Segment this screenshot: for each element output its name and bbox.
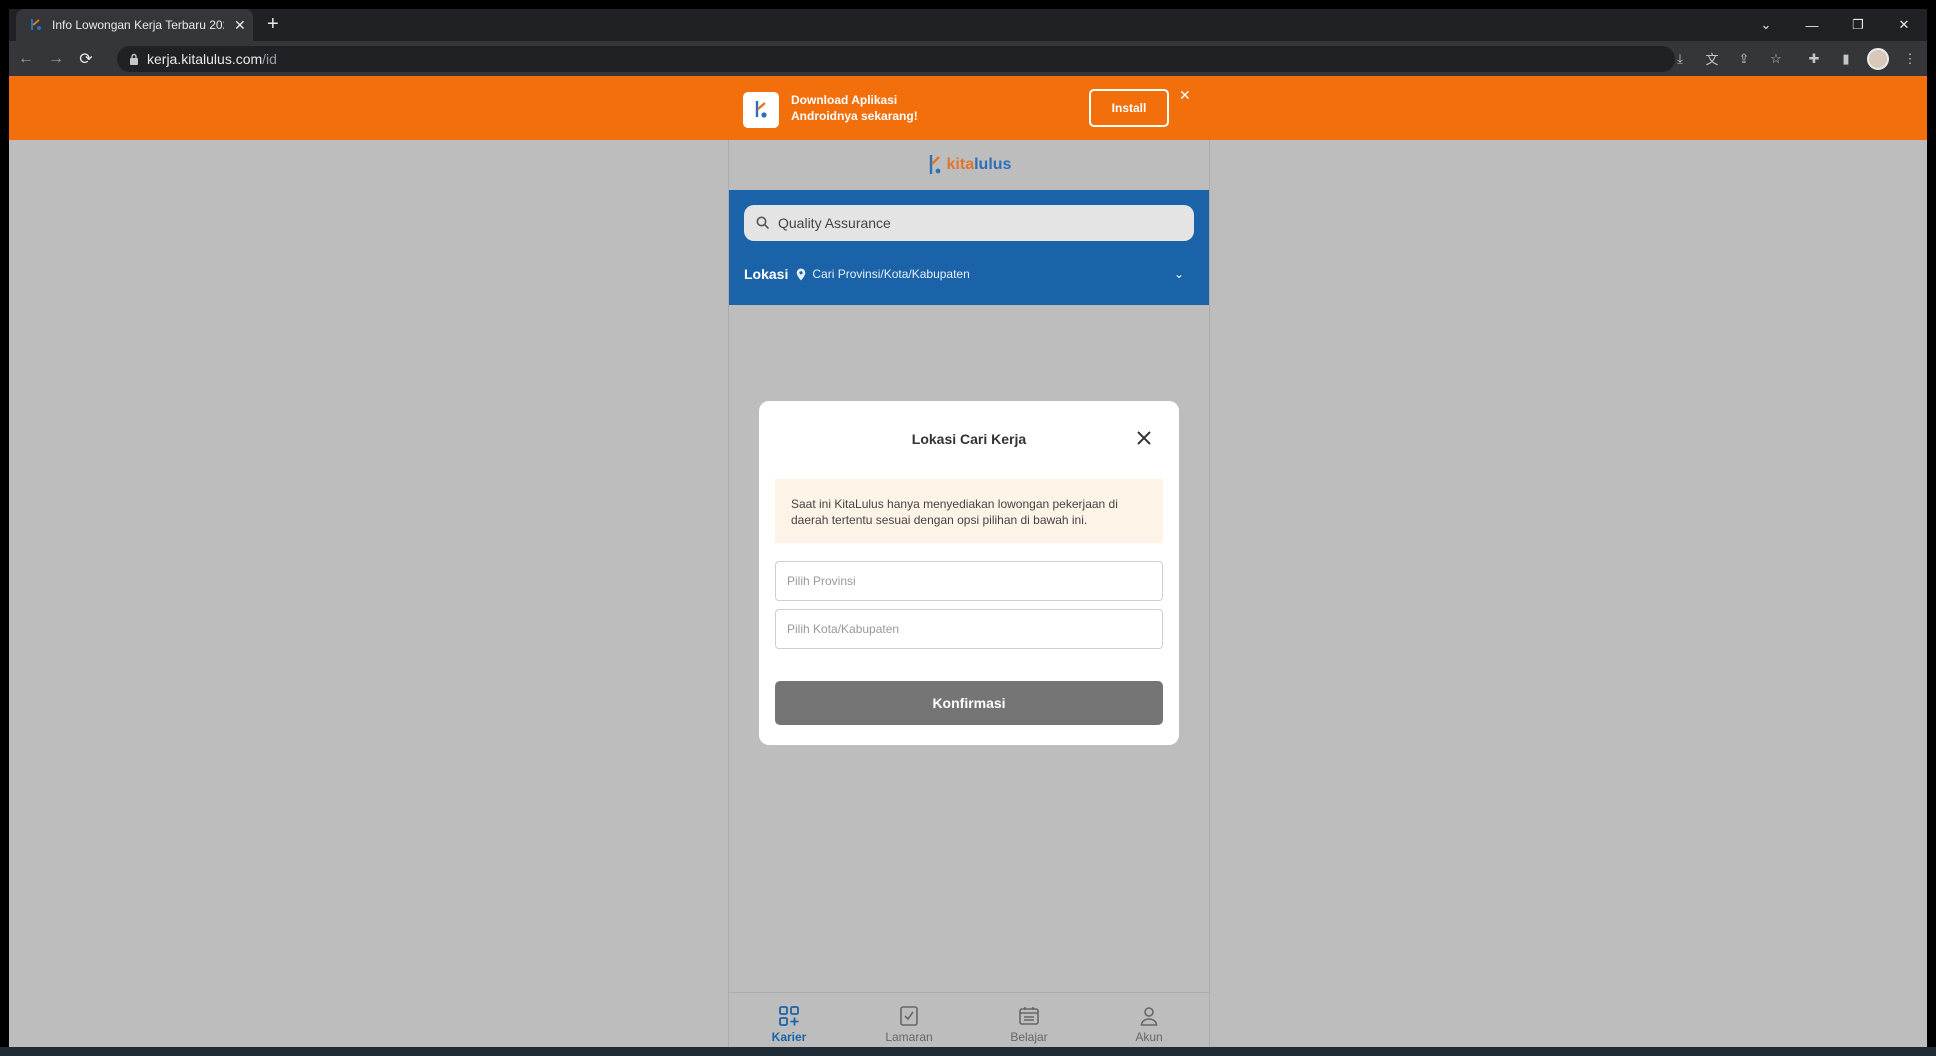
clipboard-icon — [900, 1006, 918, 1026]
forward-icon[interactable]: → — [41, 44, 71, 74]
location-selector[interactable]: Lokasi Cari Provinsi/Kota/Kabupaten ⌄ — [744, 262, 1194, 286]
banner-line-1: Download Aplikasi — [791, 93, 898, 107]
banner-close-icon[interactable]: ✕ — [1179, 87, 1191, 104]
search-panel: Quality Assurance Lokasi Cari Provinsi/K… — [729, 190, 1209, 305]
logo-bar: kitalulus — [729, 140, 1209, 190]
url-path: /id — [262, 51, 277, 67]
address-bar[interactable]: kerja.kitalulus.com/id — [117, 46, 1675, 72]
kitalulus-logo: kitalulus — [947, 156, 1012, 174]
url-host: kerja.kitalulus.com — [147, 51, 263, 67]
browser-window: Info Lowongan Kerja Terbaru 202 ✕ + ⌄ — … — [9, 9, 1927, 1056]
app-download-banner: Download Aplikasi Androidnya sekarang! I… — [9, 76, 1927, 140]
banner-line-2: Androidnya sekarang! — [791, 109, 918, 123]
calendar-icon — [1019, 1007, 1039, 1025]
reload-icon[interactable]: ⟳ — [71, 44, 101, 74]
web-page: Download Aplikasi Androidnya sekarang! I… — [9, 76, 1927, 1056]
minimize-icon[interactable]: — — [1789, 9, 1835, 41]
location-modal: Lokasi Cari Kerja Saat ini KitaLulus han… — [759, 401, 1179, 745]
kitalulus-app-icon — [743, 92, 779, 128]
install-app-icon[interactable]: ⤓ — [1669, 48, 1691, 70]
job-search-input[interactable]: Quality Assurance — [744, 205, 1194, 241]
share-icon[interactable]: ⇪ — [1733, 48, 1755, 70]
os-taskbar — [0, 1047, 1936, 1056]
grid-icon — [779, 1006, 799, 1026]
menu-kebab-icon[interactable]: ⋮ — [1899, 48, 1921, 70]
province-select[interactable]: Pilih Provinsi — [775, 561, 1163, 601]
kitalulus-favicon-icon — [31, 19, 41, 30]
browser-toolbar: ← → ⟳ kerja.kitalulus.com/id ⤓ 文 ⇪ ☆ ✚ ▮… — [9, 41, 1927, 76]
location-placeholder: Cari Provinsi/Kota/Kabupaten — [812, 267, 970, 281]
tab-strip: Info Lowongan Kerja Terbaru 202 ✕ + ⌄ — … — [9, 9, 1927, 41]
info-notice: Saat ini KitaLulus hanya menyediakan low… — [775, 479, 1163, 543]
window-controls: ⌄ — ❐ ✕ — [1743, 9, 1927, 41]
logo-lulus: lulus — [974, 156, 1012, 173]
translate-icon[interactable]: 文 — [1701, 48, 1723, 70]
new-tab-icon[interactable]: + — [267, 14, 279, 34]
browser-tab[interactable]: Info Lowongan Kerja Terbaru 202 ✕ — [16, 9, 253, 41]
modal-title: Lokasi Cari Kerja — [911, 431, 1027, 447]
back-icon[interactable]: ← — [11, 44, 41, 74]
search-icon — [756, 216, 770, 230]
banner-text: Download Aplikasi Androidnya sekarang! — [791, 92, 941, 124]
tab-search-icon[interactable]: ⌄ — [1743, 9, 1789, 41]
bookmark-star-icon[interactable]: ☆ — [1765, 48, 1787, 70]
kitalulus-logo-icon — [929, 155, 940, 174]
install-button[interactable]: Install — [1089, 89, 1169, 127]
location-label: Lokasi — [744, 266, 789, 282]
side-panel-icon[interactable]: ▮ — [1835, 48, 1857, 70]
toolbar-actions: ⤓ 文 ⇪ ☆ ✚ ▮ ⋮ — [1669, 41, 1921, 76]
profile-avatar[interactable] — [1867, 47, 1889, 70]
modal-close-icon[interactable] — [1135, 429, 1153, 447]
close-window-icon[interactable]: ✕ — [1881, 9, 1927, 41]
restore-icon[interactable]: ❐ — [1835, 9, 1881, 41]
chevron-down-icon: ⌄ — [1173, 267, 1184, 281]
city-select[interactable]: Pilih Kota/Kabupaten — [775, 609, 1163, 649]
nav-label-lamaran: Lamaran — [885, 1030, 933, 1044]
tab-title: Info Lowongan Kerja Terbaru 202 — [52, 18, 224, 32]
url-text: kerja.kitalulus.com/id — [147, 51, 277, 67]
tab-close-icon[interactable]: ✕ — [234, 17, 246, 34]
nav-label-akun: Akun — [1135, 1030, 1163, 1044]
map-pin-icon — [797, 268, 806, 280]
user-icon — [1140, 1007, 1158, 1026]
lock-icon — [130, 53, 138, 65]
confirm-button[interactable]: Konfirmasi — [775, 681, 1163, 725]
nav-label-karier: Karier — [771, 1030, 807, 1044]
nav-label-belajar: Belajar — [1010, 1030, 1048, 1044]
logo-kita: kita — [946, 156, 975, 173]
search-value: Quality Assurance — [778, 215, 891, 231]
extensions-icon[interactable]: ✚ — [1803, 48, 1825, 70]
